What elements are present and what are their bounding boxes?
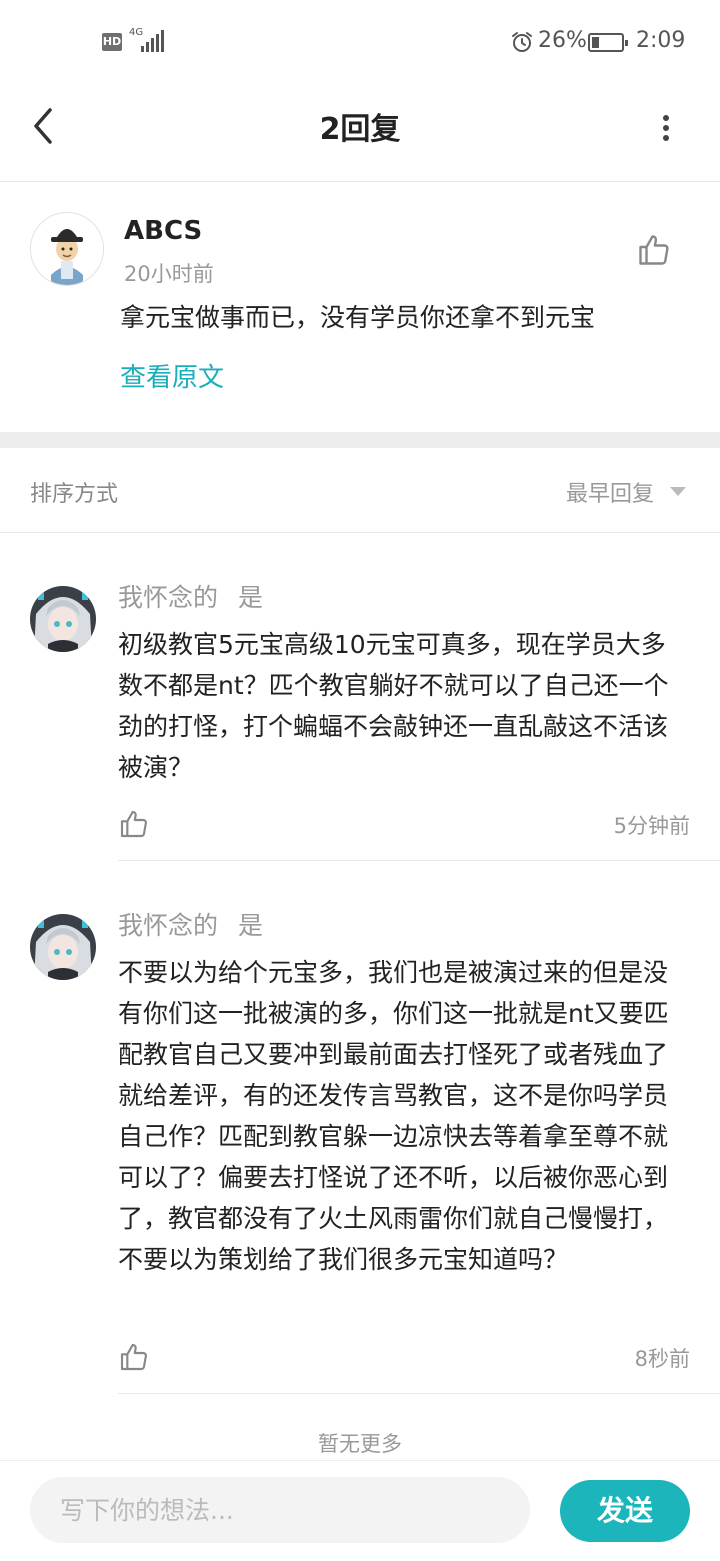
reply-avatar[interactable] <box>30 586 96 652</box>
header-divider <box>0 181 720 182</box>
reply-content: 不要以为给个元宝多，我们也是被演过来的但是没有你们这一批被演的多，你们这一批就是… <box>118 958 669 1274</box>
battery-icon <box>588 33 628 52</box>
signal-icon <box>141 30 167 52</box>
reply-time: 5分钟前 <box>613 814 690 838</box>
post-author[interactable]: ABCS <box>124 216 202 246</box>
status-time: 2:09 <box>636 28 686 53</box>
sort-selected-value: 最早回复 <box>566 482 655 507</box>
reply-author-name: 我怀念的 <box>118 911 219 940</box>
post-content: 拿元宝做事而已，没有学员你还拿不到元宝 <box>120 303 596 332</box>
like-button[interactable] <box>636 232 672 268</box>
reply-divider <box>118 860 720 861</box>
thumb-up-icon <box>120 1343 147 1371</box>
status-bar: HD 4G 26% 2:09 <box>0 0 720 84</box>
comment-input[interactable] <box>30 1477 530 1543</box>
reply-like-button[interactable] <box>118 1341 150 1373</box>
reply-author-name: 我怀念的 <box>118 583 219 612</box>
sort-dropdown[interactable]: 最早回复 <box>566 476 696 510</box>
thumb-up-icon <box>120 810 147 838</box>
thumb-up-icon <box>639 235 669 265</box>
view-original-link[interactable]: 查看原文 <box>120 357 224 394</box>
section-separator <box>0 432 720 448</box>
reply-author-tag: 是 <box>238 911 264 940</box>
reply-avatar[interactable] <box>30 914 96 980</box>
anime-avatar-image <box>30 914 96 980</box>
sort-divider <box>0 532 720 533</box>
reply-author[interactable]: 我怀念的是 <box>118 906 263 942</box>
battery-percent: 26% <box>538 28 587 53</box>
more-options-button[interactable] <box>648 105 684 149</box>
avatar[interactable] <box>30 212 104 286</box>
hd-badge: HD <box>102 33 122 51</box>
avatar-illustration <box>31 213 103 285</box>
reply-time: 8秒前 <box>634 1347 690 1371</box>
reply-author-tag: 是 <box>238 583 264 612</box>
alarm-icon <box>512 32 532 52</box>
sort-label: 排序方式 <box>30 482 119 507</box>
page-title: 2回复 <box>319 112 401 147</box>
reply-author[interactable]: 我怀念的是 <box>118 578 263 614</box>
caret-down-icon <box>670 487 686 496</box>
reply-like-button[interactable] <box>118 808 150 840</box>
reply-divider <box>118 1393 720 1394</box>
send-button[interactable]: 发送 <box>560 1480 690 1542</box>
anime-avatar-image <box>30 586 96 652</box>
no-more-text: 暂无更多 <box>318 1432 402 1456</box>
post-time: 20小时前 <box>124 262 214 286</box>
reply-content: 初级教官5元宝高级10元宝可真多，现在学员大多数不都是nt？匹个教官躺好不就可以… <box>118 630 669 782</box>
